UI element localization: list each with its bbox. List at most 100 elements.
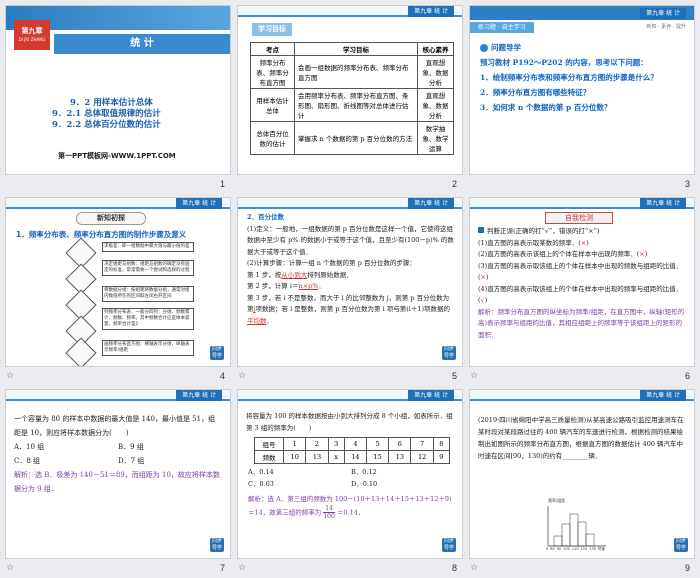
option-b[interactable]: B．0.12 [351, 466, 454, 478]
option-c[interactable]: C．8 组 [14, 454, 118, 468]
judge-text: (4)直方图的高表示取该组上的个体在样本中出现的频率与组距的比值． [478, 284, 683, 293]
app-logo-icon: 同步导学 [442, 346, 456, 360]
x-tick: 100 [563, 547, 570, 551]
table-row: 频率分布表、频率分布直方图 会画一组数据的频率分布表、频率分布直方图 直观想象、… [250, 55, 454, 89]
question-item: 3．如何求 n 个数据的第 p 百分位数？ [480, 103, 612, 112]
table-cell: 用样本估计总体 [250, 88, 295, 122]
slide-thumbnail-1[interactable]: 第九章 DI JIU ZHANG 统 计 9．2 用样本估计总体 9．2.1 总… [5, 5, 231, 175]
slide-animation-icon[interactable]: ☆ [238, 371, 246, 381]
banner-text: 新知初探 [97, 214, 125, 222]
step-text: 第 1 步，按 [247, 270, 282, 279]
table-row: 组号 1 2 3 4 5 6 7 8 [253, 437, 451, 451]
flow-step: 将数据分组：按组距将数据分组，通常对组内数值所在的区间取左闭右开区间 [102, 286, 194, 302]
fraction-numerator: 14 [323, 505, 335, 513]
option-a[interactable]: A．10 组 [14, 440, 118, 454]
slide-number: 2 [452, 179, 458, 189]
slide-1-chapter-badge: 第九章 DI JIU ZHANG [14, 20, 50, 50]
slide-number: 8 [452, 563, 458, 573]
slide-thumbnail-9[interactable]: 第九章 统 计 (2019·四川省绵阳中学高三质量检测)从某高速公路吸引监控用速… [469, 389, 695, 559]
table-cell: 6 [388, 437, 412, 451]
table-cell: 频率分布表、频率分布直方图 [250, 55, 295, 89]
fraction: 14 100 [323, 505, 335, 520]
chapter-tag: 第九章 统 计 [408, 6, 454, 17]
table-cell: 掌握求 n 个数据的第 p 百分位数的方法 [294, 121, 418, 155]
slide-6-content: 判断正误(正确的打“√”，错误的打“×”) (1)直方图的高表示取某数的频率．(… [478, 226, 688, 341]
flow-step: 列频率分布表：一般分四列：分组、频数累计、频数、频率。其中频数合计应是样本容量，… [102, 308, 194, 330]
slide-animation-icon[interactable]: ☆ [238, 563, 246, 573]
chapter-tag: 第九章 统 计 [176, 390, 222, 401]
steps-intro: (2)计算步骤：计算一组 n 个数据的第 p 百分位数的步骤： [247, 259, 416, 267]
slide-1-line: 9．2.2 总体百分位数的估计 [52, 120, 161, 130]
flow-step: 求极差：即一组数据中最大值与最小值的差 [102, 242, 194, 252]
logo-text: 同步导学 [443, 346, 454, 359]
x-tick: 120 [580, 547, 588, 551]
slide-thumbnail-5[interactable]: 第九章 统 计 2．百分位数 (1)定义：一般地，一组数据的第 p 百分位数是这… [237, 197, 463, 367]
table-cell: 4 [343, 437, 368, 451]
slide-number: 3 [685, 179, 691, 189]
frequency-table: 组号 1 2 3 4 5 6 7 8 频数 10 13 x 14 15 13 1… [253, 437, 451, 464]
chapter-tag: 第九章 统 计 [408, 198, 454, 209]
slide-1-title-bar: 统 计 [54, 34, 230, 54]
x-tick: 90 [556, 547, 562, 551]
step-2: 第 2 步，计算 i＝n×p%． [247, 281, 454, 293]
step-text: 项数据；若 i 是整数，则第 p 百分位数为第 i 项与第(i＋1)项数据的 [255, 305, 451, 313]
histogram-bar [577, 521, 587, 547]
slide-thumbnail-2[interactable]: 第九章 统 计 学习目标 考点 学习目标 核心素养 频率分布表、频率分布直方图 … [237, 5, 463, 175]
judge-text: (2)直方图的高表示该组上的个体在样本中出现的频率． [478, 250, 637, 258]
chapter-sub: DI JIU ZHANG [18, 37, 46, 42]
option-d[interactable]: D．0.10 [351, 478, 454, 490]
slide-number: 1 [220, 179, 226, 189]
slide-animation-icon[interactable]: ☆ [470, 563, 478, 573]
slide-4-banner: 新知初探 [76, 212, 146, 225]
histogram-figure [547, 506, 606, 547]
slide-4-heading: 1．频率分布表、频率分布直方图的制作步骤及意义 [16, 230, 187, 239]
slide-animation-icon[interactable]: ☆ [6, 563, 14, 573]
table-cell: 9 [432, 450, 451, 464]
slide-thumbnail-4[interactable]: 第九章 统 计 新知初探 1．频率分布表、频率分布直方图的制作步骤及意义 求极差… [5, 197, 231, 367]
fill-blank: 从小到大 [281, 270, 308, 279]
app-logo-icon: 同步导学 [674, 538, 688, 552]
option-a[interactable]: A．0.14 [248, 466, 351, 478]
table-cell: 直观想象、数据分析 [417, 55, 454, 89]
histogram-bar [553, 535, 563, 547]
flow-step-marker [65, 337, 97, 366]
options-row: A．10 组 B．9 组 C．8 组 D．7 组 [14, 440, 222, 468]
table-row: 总体百分位数的估计 掌握求 n 个数据的第 p 百分位数的方法 数学抽象、数学运… [250, 121, 454, 155]
slide-thumbnail-7[interactable]: 第九章 统 计 一个容量为 80 的样本中数据的最大值是 140，最小值是 51… [5, 389, 231, 559]
banner-text: 学习目标 [258, 25, 286, 33]
x-tick: 0 [546, 547, 549, 551]
option-d[interactable]: D．7 组 [118, 454, 222, 468]
app-logo-icon: 同步导学 [210, 346, 224, 360]
slide-3-banner: 练习题 · 自主学习 [470, 22, 534, 33]
banner-right-text: 新知 · 素养 · 提升 [646, 24, 686, 30]
option-c[interactable]: C．0.03 [248, 478, 351, 490]
logo-text: 同步导学 [211, 538, 222, 551]
slide-3-heading: 问题导学 [491, 43, 521, 52]
question-icon [480, 43, 488, 52]
histogram-bar [561, 523, 571, 547]
step-3: 第 3 步，若 i 不是整数，而大于 i 的比邻整数为 j，则第 p 百分位数为… [247, 293, 454, 328]
question: 一个容量为 80 的样本中数据的最大值是 140，最小值是 51，组距是 10，… [14, 415, 216, 437]
slide-thumbnail-6[interactable]: 第九章 统 计 自我检测 判断正误(正确的打“√”，错误的打“×”) (1)直方… [469, 197, 695, 367]
options-row: A．0.14 B．0.12 C．0.03 D．0.10 [248, 466, 454, 490]
slide-animation-icon[interactable]: ☆ [470, 371, 478, 381]
chapter-tag: 第九章 统 计 [176, 198, 222, 209]
logo-text: 同步导学 [211, 346, 222, 359]
table-cell: 13 [305, 450, 329, 464]
table-cell: 15 [366, 450, 390, 464]
table-cell: 12 [410, 450, 434, 464]
chart-x-ticks: 0 80 90 100 110 120 130 时速 [546, 547, 605, 552]
slide-thumbnail-8[interactable]: 第九章 统 计 将容量为 100 的样本数据按由小到大排列分成 8 个小组，如表… [237, 389, 463, 559]
histogram-bar [585, 533, 595, 547]
table-cell: 14 [343, 450, 368, 464]
slide-animation-icon[interactable]: ☆ [6, 371, 14, 381]
slide-1-footer: 第一PPT模板网-WWW.1PPT.COM [58, 152, 176, 160]
chart-y-label: 频率/组距 [548, 498, 566, 503]
judge-mark: × [580, 238, 587, 247]
banner-text: 自我检测 [565, 214, 593, 222]
app-logo-icon: 同步导学 [442, 538, 456, 552]
option-b[interactable]: B．9 组 [118, 440, 222, 454]
slide-thumbnail-3[interactable]: 练习题 · 自主学习 新知 · 素养 · 提升 第九章 统 计 问题导学 预习教… [469, 5, 695, 175]
x-tick: 130 [589, 547, 596, 551]
x-tick: 110 [571, 547, 579, 551]
